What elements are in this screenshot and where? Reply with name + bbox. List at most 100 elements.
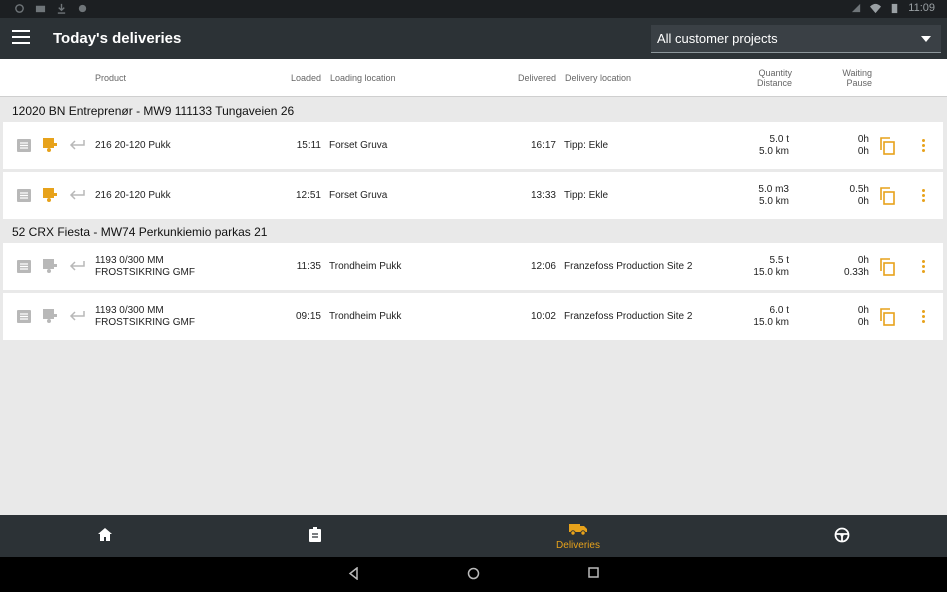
bottom-navigation: Deliveries (0, 515, 947, 557)
truck-icon (569, 524, 587, 536)
status-icons-left (14, 3, 88, 14)
copy-icon[interactable] (879, 308, 895, 326)
delivery-location: Tipp: Ekle (564, 190, 609, 201)
pause-value: 0h (857, 317, 869, 328)
loading-location: Trondheim Pukk (329, 311, 402, 322)
nav-deliveries[interactable]: Deliveries (460, 515, 696, 557)
product-description: FROSTSIKRING GMF (95, 267, 195, 278)
details-icon[interactable] (17, 310, 31, 323)
column-quantity: Quantity (758, 68, 792, 78)
loading-location: Forset Gruva (329, 140, 388, 151)
column-loading-location: Loading location (330, 73, 396, 83)
waiting-value: 0h (857, 255, 869, 266)
menu-button[interactable] (12, 30, 30, 46)
column-product: Product (95, 73, 127, 83)
recents-icon[interactable] (588, 567, 599, 578)
return-arrow-icon[interactable] (69, 189, 85, 201)
column-pause: Pause (846, 78, 872, 88)
download-icon (57, 3, 66, 14)
home-circle-icon[interactable] (467, 567, 480, 580)
steering-wheel-icon (834, 527, 850, 543)
product-name: 216 20-120 Pukk (95, 190, 171, 201)
column-header-row: Product Loaded Loading location Delivere… (0, 59, 947, 97)
product-name: 1193 0/300 MM (95, 305, 164, 316)
menu-icon (12, 30, 30, 32)
trailer-icon (43, 188, 57, 202)
nav-driving[interactable] (724, 515, 947, 557)
project-filter-value: All customer projects (657, 31, 778, 46)
delivery-location: Franzefoss Production Site 2 (564, 311, 693, 322)
more-options-icon[interactable] (919, 189, 927, 203)
app-bar: Today's deliveries All customer projects (0, 18, 947, 59)
loading-location: Trondheim Pukk (329, 261, 402, 272)
quantity-value: 5.5 t (769, 255, 789, 266)
waiting-value: 0h (857, 305, 869, 316)
column-delivered: Delivered (517, 73, 556, 83)
dropdown-arrow-icon (921, 36, 931, 42)
delivery-location: Franzefoss Production Site 2 (564, 261, 693, 272)
pause-value: 0h (857, 196, 869, 207)
return-arrow-icon[interactable] (69, 139, 85, 151)
delivered-time: 10:02 (530, 311, 556, 322)
return-arrow-icon[interactable] (69, 310, 85, 322)
nav-deliveries-label: Deliveries (556, 540, 600, 551)
signal-icon (852, 3, 861, 12)
pause-value: 0.33h (843, 267, 869, 278)
delivery-row[interactable]: 216 20-120 Pukk 15:11 Forset Gruva 16:17… (3, 122, 943, 169)
copy-icon[interactable] (879, 137, 895, 155)
loaded-time: 09:15 (295, 311, 321, 322)
delivery-row[interactable]: 216 20-120 Pukk 12:51 Forset Gruva 13:33… (3, 172, 943, 219)
wifi-icon (870, 3, 882, 13)
column-distance: Distance (756, 78, 792, 88)
copy-icon[interactable] (879, 187, 895, 205)
trailer-icon (43, 309, 57, 323)
project-group-header: 52 CRX Fiesta - MW74 Perkunkiemio parkas… (0, 221, 947, 243)
copy-icon[interactable] (879, 258, 895, 276)
delivered-time: 12:06 (530, 261, 556, 272)
loaded-time: 15:11 (296, 140, 321, 151)
delivered-time: 13:33 (530, 190, 556, 201)
waiting-value: 0.5h (849, 184, 869, 195)
product-name: 1193 0/300 MM (95, 255, 164, 266)
system-navigation-bar (0, 557, 947, 592)
status-icons-right: 11:09 (851, 2, 935, 14)
quantity-value: 5.0 t (769, 134, 789, 145)
folder-icon (35, 5, 46, 13)
loaded-time: 12:51 (295, 190, 321, 201)
battery-icon (892, 3, 898, 13)
status-time: 11:09 (908, 2, 935, 14)
column-delivery-location: Delivery location (565, 73, 632, 83)
distance-value: 5.0 km (758, 146, 789, 157)
sync-icon (15, 4, 24, 13)
delivery-row[interactable]: 1193 0/300 MM FROSTSIKRING GMF 11:35 Tro… (3, 243, 943, 290)
product-name: 216 20-120 Pukk (95, 140, 171, 151)
more-options-icon[interactable] (919, 310, 927, 324)
home-icon (98, 528, 112, 541)
quantity-value: 5.0 m3 (758, 184, 789, 195)
page-title: Today's deliveries (53, 30, 182, 47)
waiting-value: 0h (857, 134, 869, 145)
more-options-icon[interactable] (919, 260, 927, 274)
details-icon[interactable] (17, 139, 31, 152)
project-group-header: 12020 BN Entreprenør - MW9 111133 Tungav… (0, 100, 947, 122)
column-loaded: Loaded (290, 73, 321, 83)
delivery-row[interactable]: 1193 0/300 MM FROSTSIKRING GMF 09:15 Tro… (3, 293, 943, 340)
quantity-value: 6.0 t (769, 305, 789, 316)
back-icon[interactable] (348, 567, 359, 580)
nav-tasks[interactable] (198, 515, 434, 557)
distance-value: 15.0 km (753, 317, 789, 328)
distance-value: 5.0 km (758, 196, 789, 207)
return-arrow-icon[interactable] (69, 260, 85, 272)
column-waiting: Waiting (842, 68, 872, 78)
trailer-icon (43, 138, 57, 152)
details-icon[interactable] (17, 189, 31, 202)
project-filter-dropdown[interactable]: All customer projects (651, 25, 941, 53)
more-options-icon[interactable] (919, 139, 927, 153)
distance-value: 15.0 km (753, 267, 789, 278)
status-bar: 11:09 (0, 0, 947, 18)
delivery-location: Tipp: Ekle (564, 140, 609, 151)
clipboard-icon (309, 527, 321, 542)
details-icon[interactable] (17, 260, 31, 273)
pause-value: 0h (857, 146, 869, 157)
loading-location: Forset Gruva (329, 190, 388, 201)
